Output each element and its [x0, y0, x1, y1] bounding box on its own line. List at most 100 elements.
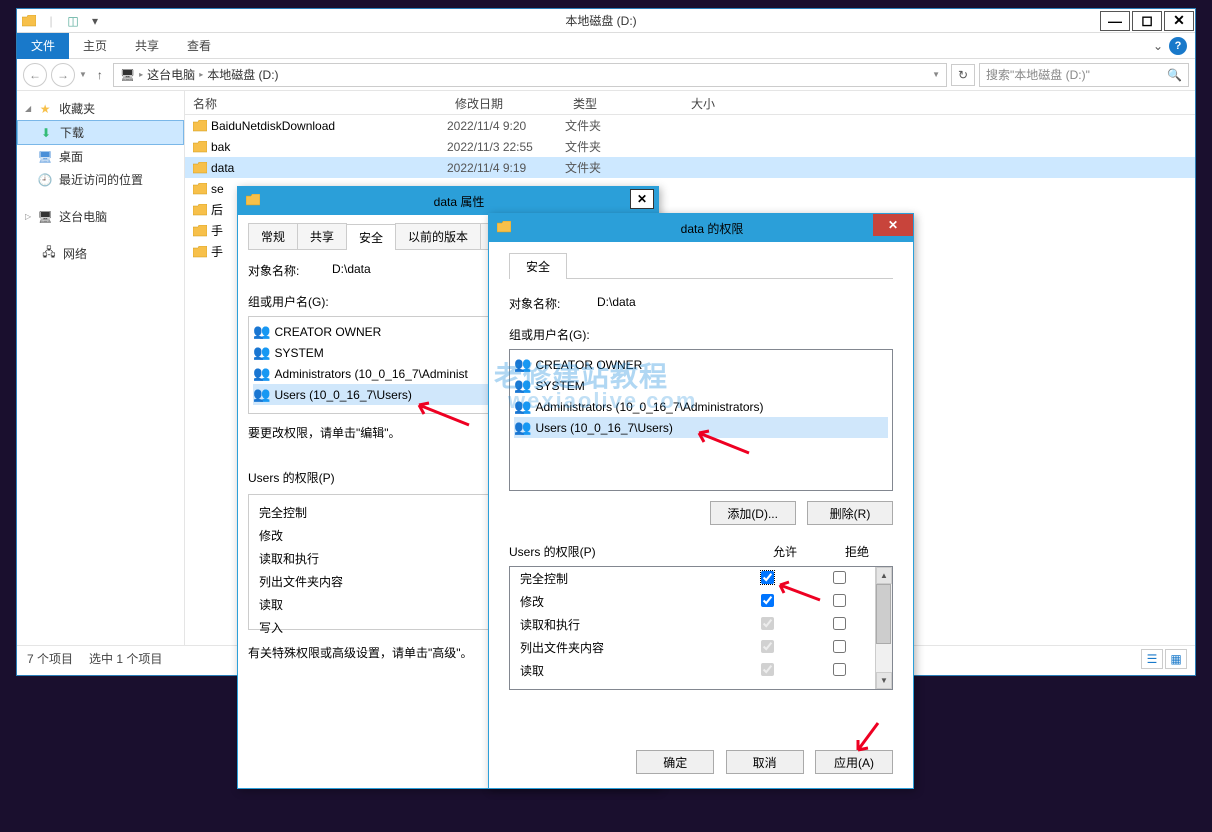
user-row[interactable]: 👥Administrators (10_0_16_7\Administrator…	[514, 396, 888, 417]
user-list[interactable]: 👥CREATOR OWNER👥SYSTEM👥Administrators (10…	[509, 349, 893, 491]
user-row[interactable]: 👥Users (10_0_16_7\Users)	[514, 417, 888, 438]
users-icon: 👥	[253, 365, 270, 382]
user-name: Administrators (10_0_16_7\Administ	[274, 367, 467, 381]
user-row[interactable]: 👥CREATOR OWNER	[514, 354, 888, 375]
icons-view-button[interactable]: ▦	[1165, 649, 1187, 669]
allow-checkbox[interactable]	[761, 640, 774, 653]
col-type[interactable]: 类型	[565, 91, 683, 114]
file-date: 2022/11/4 9:20	[447, 119, 565, 133]
user-row[interactable]: 👥SYSTEM	[514, 375, 888, 396]
file-name: bak	[209, 140, 447, 154]
help-icon[interactable]: ?	[1169, 37, 1187, 55]
apply-button[interactable]: 应用(A)	[815, 750, 893, 774]
maximize-button[interactable]: ◻	[1132, 11, 1162, 31]
tab-share[interactable]: 共享	[297, 223, 347, 249]
deny-checkbox[interactable]	[833, 571, 846, 584]
view-tab[interactable]: 查看	[173, 32, 225, 59]
add-button[interactable]: 添加(D)...	[710, 501, 796, 525]
allow-checkbox[interactable]	[761, 594, 774, 607]
folder-icon	[191, 160, 209, 176]
nav-favorites[interactable]: ◢★收藏夹	[17, 97, 184, 120]
properties-icon[interactable]: ◫	[65, 13, 81, 29]
permission-row: 修改	[510, 590, 875, 613]
close-button[interactable]: ✕	[630, 189, 654, 209]
minimize-button[interactable]: —	[1100, 11, 1130, 31]
close-button[interactable]: ✕	[873, 214, 913, 236]
folder-icon	[191, 202, 209, 218]
cancel-button[interactable]: 取消	[726, 750, 804, 774]
nav-this-pc[interactable]: ▷🖥这台电脑	[17, 205, 184, 228]
dialog-titlebar[interactable]: data 属性 ✕	[238, 187, 658, 215]
pc-icon: 🖥	[118, 68, 137, 82]
file-date: 2022/11/4 9:19	[447, 161, 565, 175]
search-input[interactable]: 搜索"本地磁盘 (D:)" 🔍	[979, 63, 1189, 87]
back-button[interactable]: ←	[23, 63, 47, 87]
folder-icon	[21, 13, 37, 29]
file-tab[interactable]: 文件	[17, 33, 69, 59]
deny-checkbox[interactable]	[833, 617, 846, 630]
deny-checkbox[interactable]	[833, 640, 846, 653]
user-name: Users (10_0_16_7\Users)	[274, 388, 411, 402]
scroll-up-icon[interactable]: ▲	[876, 567, 892, 584]
groups-label: 组或用户名(G):	[509, 326, 893, 343]
file-date: 2022/11/3 22:55	[447, 140, 565, 154]
folder-icon	[191, 181, 209, 197]
qat-dropdown-icon[interactable]: ▾	[87, 13, 103, 29]
nav-network[interactable]: 🖧网络	[17, 242, 184, 265]
file-row[interactable]: bak2022/11/3 22:55文件夹	[185, 136, 1195, 157]
nav-downloads[interactable]: ⬇下载	[17, 120, 184, 145]
file-row[interactable]: data2022/11/4 9:19文件夹	[185, 157, 1195, 178]
tabs: 安全	[509, 252, 893, 279]
column-headers: 名称 修改日期 类型 大小	[185, 91, 1195, 115]
allow-checkbox[interactable]	[761, 617, 774, 630]
close-button[interactable]: ✕	[1164, 11, 1194, 31]
star-icon: ★	[37, 101, 53, 117]
scroll-down-icon[interactable]: ▼	[876, 672, 892, 689]
breadcrumb-dropdown-icon[interactable]: ▼	[930, 70, 942, 79]
deny-checkbox[interactable]	[833, 594, 846, 607]
ok-button[interactable]: 确定	[636, 750, 714, 774]
col-name[interactable]: 名称	[185, 91, 447, 114]
history-dropdown-icon[interactable]: ▼	[79, 70, 87, 79]
permissions-dialog: data 的权限 ✕ 安全 对象名称: D:\data 组或用户名(G): 👥C…	[488, 213, 914, 789]
deny-header: 拒绝	[821, 543, 893, 560]
remove-button[interactable]: 删除(R)	[807, 501, 893, 525]
permission-name: 读取和执行	[520, 616, 731, 633]
permission-row: 读取和执行	[510, 613, 875, 636]
dialog-title: data 属性	[260, 193, 658, 210]
share-tab[interactable]: 共享	[121, 32, 173, 59]
refresh-button[interactable]: ↻	[951, 64, 975, 86]
up-button[interactable]: ↑	[91, 68, 109, 82]
col-size[interactable]: 大小	[683, 91, 763, 114]
breadcrumb-pc[interactable]: 这台电脑	[145, 66, 197, 83]
qat-separator: |	[43, 13, 59, 29]
tab-previous[interactable]: 以前的版本	[395, 223, 481, 249]
tab-general[interactable]: 常规	[248, 223, 298, 249]
permission-name: 读取	[520, 662, 731, 679]
breadcrumb[interactable]: 🖥 ▸ 这台电脑 ▸ 本地磁盘 (D:) ▼	[113, 63, 947, 87]
ribbon-expand-icon[interactable]: ⌄	[1153, 39, 1163, 53]
object-value: D:\data	[597, 295, 636, 312]
dialog-title: data 的权限	[511, 220, 913, 237]
tab-security[interactable]: 安全	[346, 224, 396, 250]
home-tab[interactable]: 主页	[69, 32, 121, 59]
dialog-titlebar[interactable]: data 的权限 ✕	[489, 214, 913, 242]
nav-recent[interactable]: 🕘最近访问的位置	[17, 168, 184, 191]
deny-checkbox[interactable]	[833, 663, 846, 676]
file-row[interactable]: BaiduNetdiskDownload2022/11/4 9:20文件夹	[185, 115, 1195, 136]
search-placeholder: 搜索"本地磁盘 (D:)"	[986, 66, 1090, 83]
permission-row: 读取	[510, 659, 875, 682]
folder-icon	[191, 244, 209, 260]
scroll-thumb[interactable]	[876, 584, 891, 644]
col-date[interactable]: 修改日期	[447, 91, 565, 114]
forward-button[interactable]: →	[51, 63, 75, 87]
users-icon: 👥	[514, 377, 531, 394]
tab-security[interactable]: 安全	[509, 253, 567, 279]
scrollbar[interactable]: ▲ ▼	[875, 567, 892, 689]
allow-checkbox[interactable]	[761, 571, 774, 584]
nav-desktop[interactable]: 🖥桌面	[17, 145, 184, 168]
users-icon: 👥	[514, 356, 531, 373]
allow-checkbox[interactable]	[761, 663, 774, 676]
details-view-button[interactable]: ☰	[1141, 649, 1163, 669]
breadcrumb-drive[interactable]: 本地磁盘 (D:)	[205, 66, 280, 83]
